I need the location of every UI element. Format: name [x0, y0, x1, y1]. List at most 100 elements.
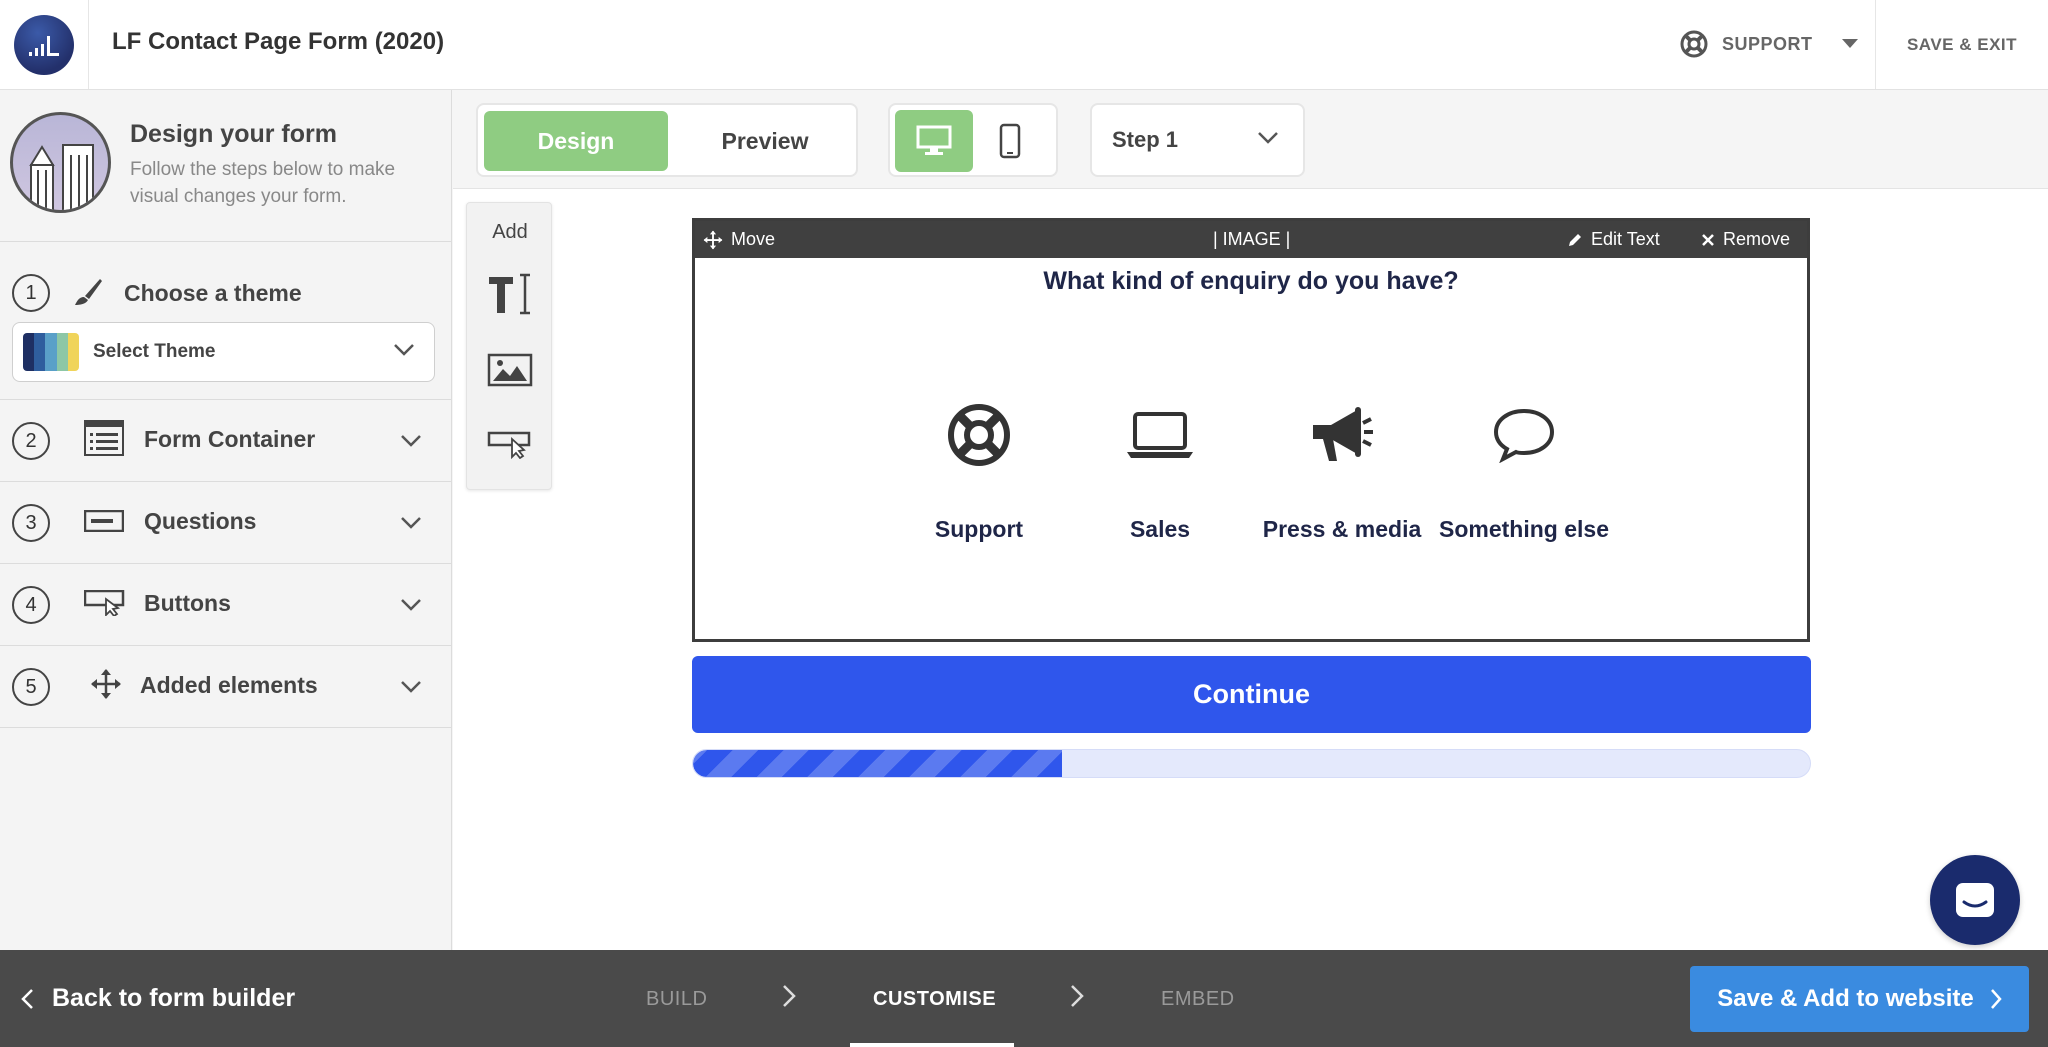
logo-container[interactable] — [0, 0, 89, 89]
save-add-label: Save & Add to website — [1717, 985, 1974, 1012]
design-preview-toggle: Design Preview — [476, 103, 858, 177]
close-icon — [1702, 233, 1714, 246]
theme-select-label: Select Theme — [93, 341, 216, 362]
add-image-button[interactable] — [485, 345, 535, 395]
save-add-to-website-button[interactable]: Save & Add to website — [1690, 966, 2029, 1032]
move-label: Move — [731, 229, 776, 249]
support-label: SUPPORT — [1722, 33, 1813, 54]
choice-label: Sales — [1129, 516, 1191, 542]
app-logo — [14, 14, 74, 75]
step-buttons[interactable]: 4 Buttons — [0, 564, 452, 646]
back-to-builder-link[interactable]: Back to form builder — [20, 984, 295, 1013]
laptop-icon — [1127, 412, 1193, 458]
sidebar-header: Design your form Follow the steps below … — [0, 90, 452, 242]
text-tool-icon — [489, 273, 530, 315]
sidebar-title: Design your form — [130, 120, 337, 148]
button-cursor-icon — [84, 590, 125, 616]
step-number: 2 — [12, 422, 50, 460]
question-title: What kind of enquiry do you have? — [1043, 267, 1459, 295]
step-build[interactable]: BUILD — [646, 988, 707, 1011]
list-icon — [84, 420, 124, 456]
back-label: Back to form builder — [52, 984, 296, 1012]
add-panel-title: Add — [492, 221, 528, 243]
step-embed[interactable]: EMBED — [1161, 988, 1235, 1011]
step-number: 1 — [12, 274, 50, 312]
choice-label: Support — [934, 516, 1024, 542]
step-label: Form Container — [144, 426, 316, 452]
step-select-label: Step 1 — [1112, 127, 1179, 152]
input-icon — [84, 510, 124, 532]
image-label: | IMAGE | — [1213, 229, 1291, 249]
support-menu[interactable]: SUPPORT — [1680, 26, 1859, 62]
remove-label: Remove — [1723, 229, 1791, 249]
sidebar-subtitle: Follow the steps below to make visual ch… — [130, 159, 396, 207]
choice-icon-wrap — [889, 395, 1069, 475]
step-label: Questions — [144, 508, 257, 534]
continue-button[interactable]: Continue — [692, 656, 1811, 733]
step-label: Buttons — [144, 590, 231, 616]
choice-sales[interactable]: Sales — [1070, 395, 1250, 595]
step-label: Added elements — [140, 672, 318, 698]
design-illustration — [10, 112, 111, 213]
save-exit-button[interactable]: SAVE & EXIT — [1907, 35, 2017, 55]
progress-fill — [693, 750, 1062, 777]
choice-label: Press & media — [1262, 516, 1422, 542]
chevron-down-icon — [401, 599, 421, 611]
move-icon — [91, 669, 121, 699]
element-toolbar: Move | IMAGE | Edit Text Remove — [695, 221, 1807, 258]
choice-support[interactable]: Support — [889, 395, 1069, 595]
edit-text-button[interactable]: Edit Text — [1567, 221, 1660, 258]
building-pencil-icon — [29, 144, 94, 210]
megaphone-icon — [1313, 407, 1373, 461]
button-cursor-icon — [487, 431, 531, 459]
desktop-view-button[interactable] — [895, 110, 973, 172]
chevron-down-icon — [1258, 132, 1278, 144]
device-toggle — [888, 103, 1058, 177]
add-text-button[interactable] — [485, 269, 535, 319]
add-elements-panel: Add — [466, 202, 552, 490]
preview-tab[interactable]: Preview — [673, 111, 857, 171]
chevron-right-icon — [783, 985, 796, 1007]
lifebuoy-icon — [1680, 30, 1708, 58]
chevron-down-icon — [401, 435, 421, 447]
remove-button[interactable]: Remove — [1701, 221, 1790, 258]
chevron-down-icon — [401, 517, 421, 529]
choice-icon-wrap — [1434, 395, 1614, 475]
step-label[interactable]: Choose a theme — [124, 280, 302, 307]
bar-chart-icon — [29, 35, 59, 56]
design-sidebar: Design your form Follow the steps below … — [0, 90, 452, 950]
active-step-indicator — [850, 1043, 1014, 1047]
move-icon — [703, 230, 723, 249]
form-title: LF Contact Page Form (2020) — [112, 28, 445, 55]
step-select[interactable]: Step 1 — [1090, 103, 1305, 177]
step-number: 5 — [12, 668, 50, 706]
choice-press-media[interactable]: Press & media — [1252, 395, 1432, 595]
move-handle[interactable]: Move — [703, 221, 775, 258]
image-icon — [487, 353, 533, 387]
step-number: 4 — [12, 586, 50, 624]
theme-swatches — [23, 333, 79, 371]
design-tab[interactable]: Design — [484, 111, 668, 171]
caret-down-icon — [1841, 39, 1858, 48]
chevron-down-icon — [401, 681, 421, 693]
step-form-container[interactable]: 2 Form Container — [0, 400, 452, 482]
step-questions[interactable]: 3 Questions — [0, 482, 452, 564]
theme-select[interactable]: Select Theme — [12, 322, 435, 382]
choice-something-else[interactable]: Something else — [1434, 395, 1614, 595]
speech-bubble-icon — [1493, 408, 1555, 463]
choice-icon-wrap — [1252, 395, 1432, 475]
form-element-frame[interactable]: Move | IMAGE | Edit Text Remove What kin… — [692, 218, 1810, 642]
top-header: LF Contact Page Form (2020) SUPPORT SAVE… — [0, 0, 2048, 90]
chevron-left-icon — [21, 988, 33, 1009]
chat-icon — [1956, 883, 1994, 917]
chevron-right-icon — [1990, 989, 2002, 1009]
mobile-view-button[interactable] — [980, 110, 1040, 172]
step-added-elements[interactable]: 5 Added elements — [0, 646, 452, 728]
chevron-down-icon — [394, 344, 414, 356]
progress-bar — [692, 749, 1811, 778]
chat-widget-button[interactable] — [1930, 855, 2020, 945]
brush-icon — [75, 279, 102, 305]
choice-label: Something else — [1439, 516, 1609, 542]
step-customise[interactable]: CUSTOMISE — [873, 988, 996, 1011]
add-button-button[interactable] — [485, 419, 535, 469]
